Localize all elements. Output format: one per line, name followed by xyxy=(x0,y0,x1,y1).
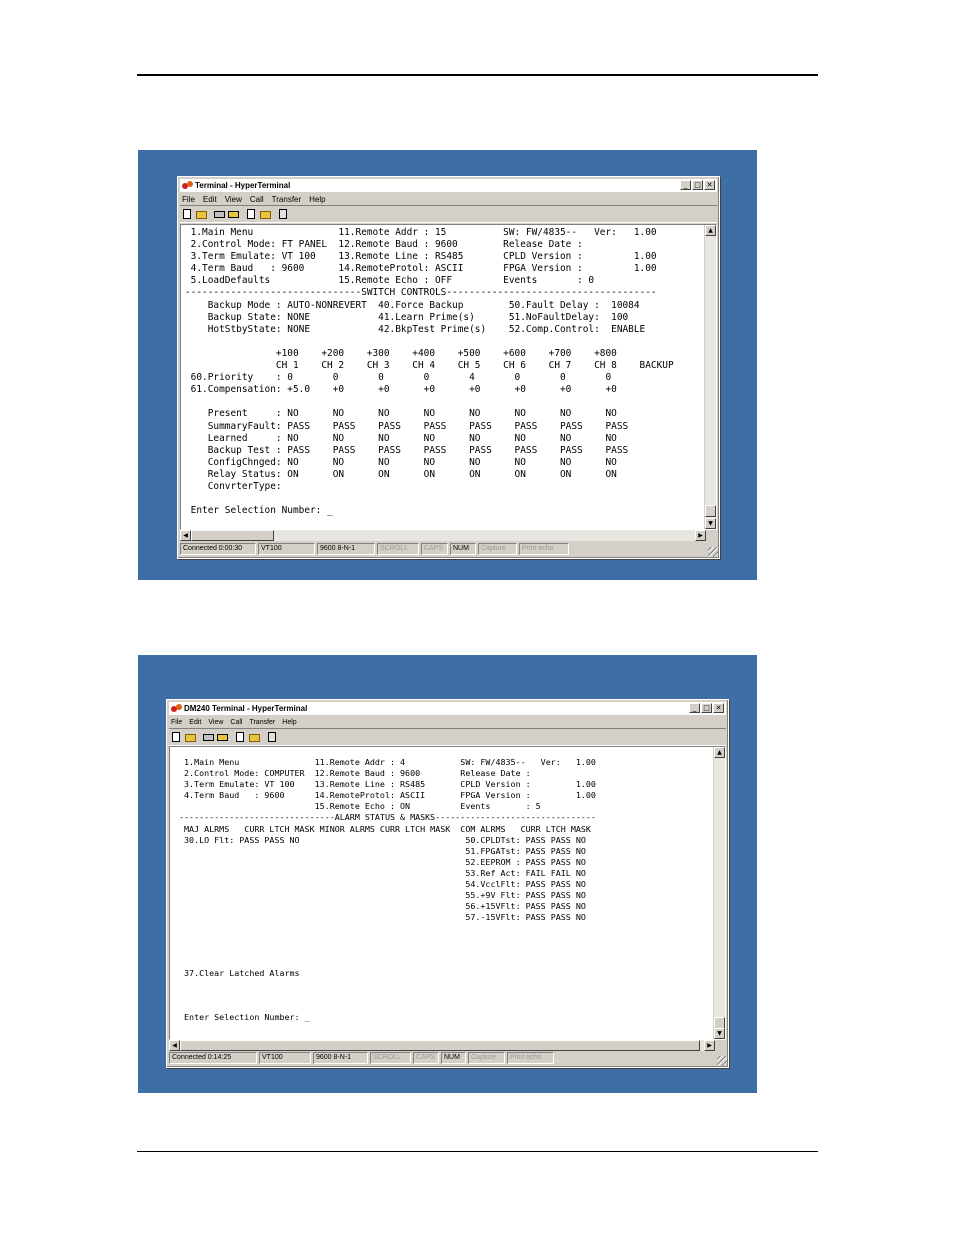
scroll-left-arrow[interactable]: ◀ xyxy=(169,1040,180,1051)
properties-icon[interactable] xyxy=(277,208,290,220)
menu-call[interactable]: Call xyxy=(230,719,242,726)
send-file-icon[interactable] xyxy=(234,731,247,743)
window-controls: _ □ ✕ xyxy=(679,180,715,190)
hyperterminal-icon xyxy=(171,703,182,714)
menu-transfer[interactable]: Transfer xyxy=(249,719,275,726)
window-controls: _ □ ✕ xyxy=(688,703,724,713)
menu-file[interactable]: File xyxy=(171,719,182,726)
menu-transfer[interactable]: Transfer xyxy=(272,195,302,204)
send-file-icon[interactable] xyxy=(245,208,258,220)
status-emulation: VT100 xyxy=(258,543,315,555)
toolbar xyxy=(169,728,726,746)
terminal-text: 1.Main Menu 11.Remote Addr : 4 SW: FW/48… xyxy=(179,757,596,1023)
minimize-button[interactable]: _ xyxy=(680,180,691,190)
footer-rule xyxy=(137,1151,818,1152)
status-scroll: SCROLL xyxy=(377,543,419,555)
menu-help[interactable]: Help xyxy=(282,719,296,726)
connect-phone-icon[interactable] xyxy=(202,731,215,743)
scroll-left-arrow[interactable]: ◀ xyxy=(180,530,191,541)
new-connection-icon[interactable] xyxy=(181,208,194,220)
menu-edit[interactable]: Edit xyxy=(203,195,217,204)
connect-phone-icon[interactable] xyxy=(213,208,226,220)
menu-bar: File Edit View Call Transfer Help xyxy=(171,716,297,728)
maximize-button[interactable]: □ xyxy=(701,703,712,713)
status-scroll: SCROLL xyxy=(370,1052,411,1064)
vertical-scrollbar[interactable]: ▲ ▼ xyxy=(713,747,725,1039)
status-num: NUM xyxy=(450,543,476,555)
status-port-settings: 9600 8-N-1 xyxy=(317,543,375,555)
status-bar: Connected 0:14:25 VT100 9600 8-N-1 SCROL… xyxy=(169,1052,726,1064)
resize-grip[interactable] xyxy=(717,1056,727,1066)
scroll-right-arrow[interactable]: ▶ xyxy=(704,1040,715,1051)
status-print-echo: Print echo xyxy=(507,1052,554,1064)
properties-icon[interactable] xyxy=(266,731,279,743)
scroll-thumb[interactable] xyxy=(705,505,716,517)
status-num: NUM xyxy=(441,1052,466,1064)
disconnect-phone-icon[interactable] xyxy=(216,731,229,743)
status-connected-time: Connected 0:00:30 xyxy=(180,543,256,555)
horizontal-scroll-thumb[interactable] xyxy=(180,1040,700,1051)
window-title: Terminal - HyperTerminal xyxy=(195,181,291,190)
minimize-button[interactable]: _ xyxy=(689,703,700,713)
status-capture: Capture xyxy=(468,1052,505,1064)
disconnect-phone-icon[interactable] xyxy=(227,208,240,220)
menu-file[interactable]: File xyxy=(182,195,195,204)
toolbar xyxy=(180,205,717,223)
receive-file-icon[interactable] xyxy=(248,731,261,743)
status-port-settings: 9600 8-N-1 xyxy=(313,1052,368,1064)
terminal-text: 1.Main Menu 11.Remote Addr : 15 SW: FW/4… xyxy=(185,227,674,517)
receive-file-icon[interactable] xyxy=(259,208,272,220)
status-caps: CAPS xyxy=(421,543,448,555)
close-button[interactable]: ✕ xyxy=(704,180,715,190)
new-connection-icon[interactable] xyxy=(170,731,183,743)
maximize-button[interactable]: □ xyxy=(692,180,703,190)
title-bar[interactable]: Terminal - HyperTerminal _ □ ✕ xyxy=(180,179,717,192)
header-rule xyxy=(137,74,818,76)
open-folder-icon[interactable] xyxy=(184,731,197,743)
status-bar: Connected 0:00:30 VT100 9600 8-N-1 SCROL… xyxy=(180,543,717,555)
terminal-screen[interactable]: 1.Main Menu 11.Remote Addr : 4 SW: FW/48… xyxy=(169,746,726,1040)
status-caps: CAPS xyxy=(413,1052,439,1064)
menu-call[interactable]: Call xyxy=(250,195,264,204)
scroll-up-arrow[interactable]: ▲ xyxy=(705,225,716,236)
horizontal-scrollbar[interactable]: ◀ ▶ xyxy=(180,530,706,541)
hyperterminal-window-2: DM240 Terminal - HyperTerminal _ □ ✕ Fil… xyxy=(166,699,729,1068)
scroll-up-arrow[interactable]: ▲ xyxy=(714,747,725,758)
resize-grip[interactable] xyxy=(708,547,718,557)
scroll-down-arrow[interactable]: ▼ xyxy=(714,1028,725,1039)
menu-view[interactable]: View xyxy=(225,195,242,204)
status-print-echo: Print echo xyxy=(519,543,569,555)
status-capture: Capture xyxy=(478,543,517,555)
menu-help[interactable]: Help xyxy=(309,195,325,204)
close-button[interactable]: ✕ xyxy=(713,703,724,713)
hyperterminal-window-1: Terminal - HyperTerminal _ □ ✕ File Edit… xyxy=(177,176,720,559)
horizontal-scroll-thumb[interactable] xyxy=(191,530,274,541)
scroll-down-arrow[interactable]: ▼ xyxy=(705,518,716,529)
menu-view[interactable]: View xyxy=(208,719,223,726)
menu-bar: File Edit View Call Transfer Help xyxy=(182,193,326,205)
open-folder-icon[interactable] xyxy=(195,208,208,220)
vertical-scrollbar[interactable]: ▲ ▼ xyxy=(704,225,716,529)
hyperterminal-icon xyxy=(182,180,193,191)
window-title: DM240 Terminal - HyperTerminal xyxy=(184,704,308,713)
title-bar[interactable]: DM240 Terminal - HyperTerminal _ □ ✕ xyxy=(169,702,726,715)
horizontal-scrollbar[interactable]: ◀ ▶ xyxy=(169,1040,715,1051)
menu-edit[interactable]: Edit xyxy=(189,719,201,726)
terminal-screen[interactable]: 1.Main Menu 11.Remote Addr : 15 SW: FW/4… xyxy=(180,224,717,530)
status-connected-time: Connected 0:14:25 xyxy=(169,1052,257,1064)
status-emulation: VT100 xyxy=(259,1052,311,1064)
scroll-right-arrow[interactable]: ▶ xyxy=(695,530,706,541)
